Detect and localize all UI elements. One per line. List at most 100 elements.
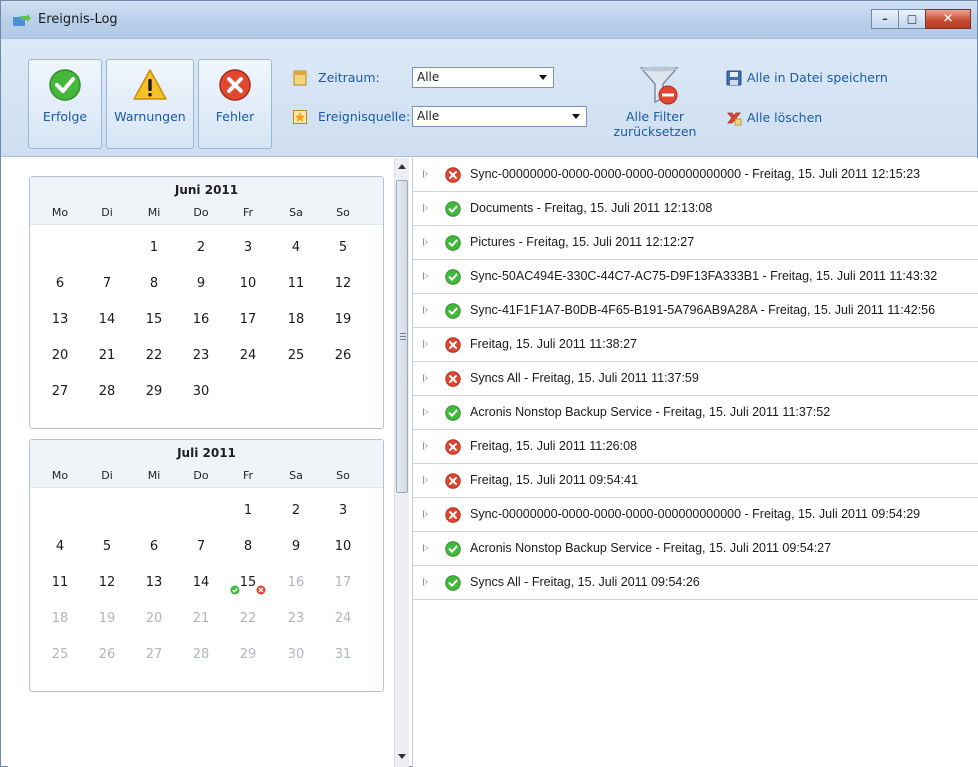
weekday-label: Mi [147,206,161,219]
calendar-day[interactable]: 14 [87,312,127,327]
event-row[interactable]: Documents - Freitag, 15. Juli 2011 12:13… [413,192,978,226]
expand-arrow-icon[interactable] [423,408,428,416]
expand-arrow-icon[interactable] [423,170,428,178]
calendar-day[interactable]: 4 [276,240,316,255]
expand-arrow-icon[interactable] [423,374,428,382]
calendar-day[interactable]: 28 [87,384,127,399]
source-select[interactable]: Alle [412,106,587,127]
event-row[interactable]: Freitag, 15. Juli 2011 09:54:41 [413,464,978,498]
success-filter-button[interactable]: Erfolge [28,59,102,149]
calendar-day[interactable]: 15 [134,312,174,327]
calendar-day[interactable]: 25 [276,348,316,363]
event-row[interactable]: Pictures - Freitag, 15. Juli 2011 12:12:… [413,226,978,260]
expand-arrow-icon[interactable] [423,442,428,450]
calendar-day[interactable]: 16 [181,312,221,327]
event-row[interactable]: Sync-50AC494E-330C-44C7-AC75-D9F13FA333B… [413,260,978,294]
calendar-day[interactable]: 30 [181,384,221,399]
calendar-day: 18 [51,611,69,626]
calendar-day[interactable]: 9 [181,276,221,291]
calendar-june[interactable]: Juni 2011 Mo Di Mi Do Fr Sa So 1 2 3 4 5 6 7 8 9 10 11 12… [29,176,384,429]
calendar-day[interactable]: 19 [323,312,363,327]
calendar-day[interactable]: 6 [40,276,80,291]
save-all-to-file-link[interactable]: Alle in Datei speichern [747,70,888,85]
calendar-day[interactable]: 27 [40,384,80,399]
calendar-day[interactable]: 6 [134,539,174,554]
warnings-filter-button[interactable]: Warnungen [106,59,194,149]
event-row[interactable]: Acronis Nonstop Backup Service - Freitag… [413,396,978,430]
calendar-day[interactable]: 5 [323,240,363,255]
delete-all-link[interactable]: Alle löschen [747,110,822,125]
calendar-july[interactable]: Juli 2011 Mo Di Mi Do Fr Sa So 1 2 3 4 5 6 7 8 9 10 11 12… [29,439,384,692]
calendar-day[interactable]: 7 [181,539,221,554]
period-select[interactable]: Alle [412,67,554,88]
calendar-day[interactable]: 23 [181,348,221,363]
calendar-day[interactable]: 29 [134,384,174,399]
calendar-day[interactable]: 24 [228,348,268,363]
expand-arrow-icon[interactable] [423,204,428,212]
calendar-day[interactable]: 2 [181,240,221,255]
calendar-day[interactable]: 12 [323,276,363,291]
expand-arrow-icon[interactable] [423,544,428,552]
calendar-day: 24 [334,611,352,626]
calendar-day[interactable]: 26 [323,348,363,363]
expand-arrow-icon[interactable] [423,510,428,518]
expand-arrow-icon[interactable] [423,306,428,314]
calendar-day[interactable]: 5 [87,539,127,554]
calendar-day[interactable]: 20 [40,348,80,363]
maximize-button[interactable]: □ [898,9,926,29]
errors-filter-button[interactable]: Fehler [198,59,272,149]
expand-arrow-icon[interactable] [423,238,428,246]
calendar-scrollbar[interactable] [394,158,409,767]
calendar-day[interactable]: 3 [228,240,268,255]
expand-arrow-icon[interactable] [423,476,428,484]
calendar-day: 28 [192,647,210,662]
success-status-icon [445,575,461,591]
calendar-day[interactable]: 13 [40,312,80,327]
calendar-day[interactable]: 1 [134,240,174,255]
minimize-button[interactable]: – [871,9,899,29]
calendar-day[interactable]: 10 [228,276,268,291]
scroll-down-arrow-icon[interactable] [398,754,406,759]
calendar-title: Juli 2011 [177,446,236,460]
calendar-day[interactable]: 14 [181,575,221,590]
weekday-label: Do [193,206,209,219]
event-row[interactable]: Freitag, 15. Juli 2011 11:26:08 [413,430,978,464]
scrollbar-thumb[interactable] [396,180,408,493]
calendar-day[interactable]: 7 [87,276,127,291]
calendar-day[interactable]: 18 [276,312,316,327]
calendar-day[interactable]: 11 [40,575,80,590]
calendar-day[interactable]: 11 [276,276,316,291]
expand-arrow-icon[interactable] [423,578,428,586]
event-row[interactable]: Sync-41F1F1A7-B0DB-4F65-B191-5A796AB9A28… [413,294,978,328]
calendar-day[interactable]: 13 [134,575,174,590]
reset-filters-label: Alle Filter zurücksetzen [602,109,708,139]
event-row[interactable]: Freitag, 15. Juli 2011 11:38:27 [413,328,978,362]
close-button[interactable]: ✕ [925,9,971,29]
calendar-day[interactable]: 4 [40,539,80,554]
calendar-day: 25 [51,647,69,662]
source-label: Ereignisquelle: [318,109,411,124]
event-row[interactable]: Acronis Nonstop Backup Service - Freitag… [413,532,978,566]
calendar-day[interactable]: 1 [228,503,268,518]
event-row[interactable]: Sync-00000000-0000-0000-0000-00000000000… [413,498,978,532]
calendar-day[interactable]: 22 [134,348,174,363]
title-bar[interactable]: Ereignis-Log – □ ✕ [1,1,977,39]
calendar-day[interactable]: 3 [323,503,363,518]
scroll-up-arrow-icon[interactable] [398,164,406,169]
event-row[interactable]: Syncs All - Freitag, 15. Juli 2011 11:37… [413,362,978,396]
calendar-day[interactable]: 2 [276,503,316,518]
calendar-day[interactable]: 8 [134,276,174,291]
calendar-day[interactable]: 10 [323,539,363,554]
success-status-icon [445,541,461,557]
expand-arrow-icon[interactable] [423,340,428,348]
expand-arrow-icon[interactable] [423,272,428,280]
event-row[interactable]: Syncs All - Freitag, 15. Juli 2011 09:54… [413,566,978,600]
calendar-day[interactable]: 12 [87,575,127,590]
event-text: Freitag, 15. Juli 2011 09:54:41 [470,473,638,487]
calendar-day[interactable]: 21 [87,348,127,363]
calendar-day[interactable]: 8 [228,539,268,554]
calendar-day[interactable]: 9 [276,539,316,554]
event-row[interactable]: Sync-00000000-0000-0000-0000-00000000000… [413,158,978,192]
calendar-day[interactable]: 17 [228,312,268,327]
weekday-label: Fr [242,469,254,482]
